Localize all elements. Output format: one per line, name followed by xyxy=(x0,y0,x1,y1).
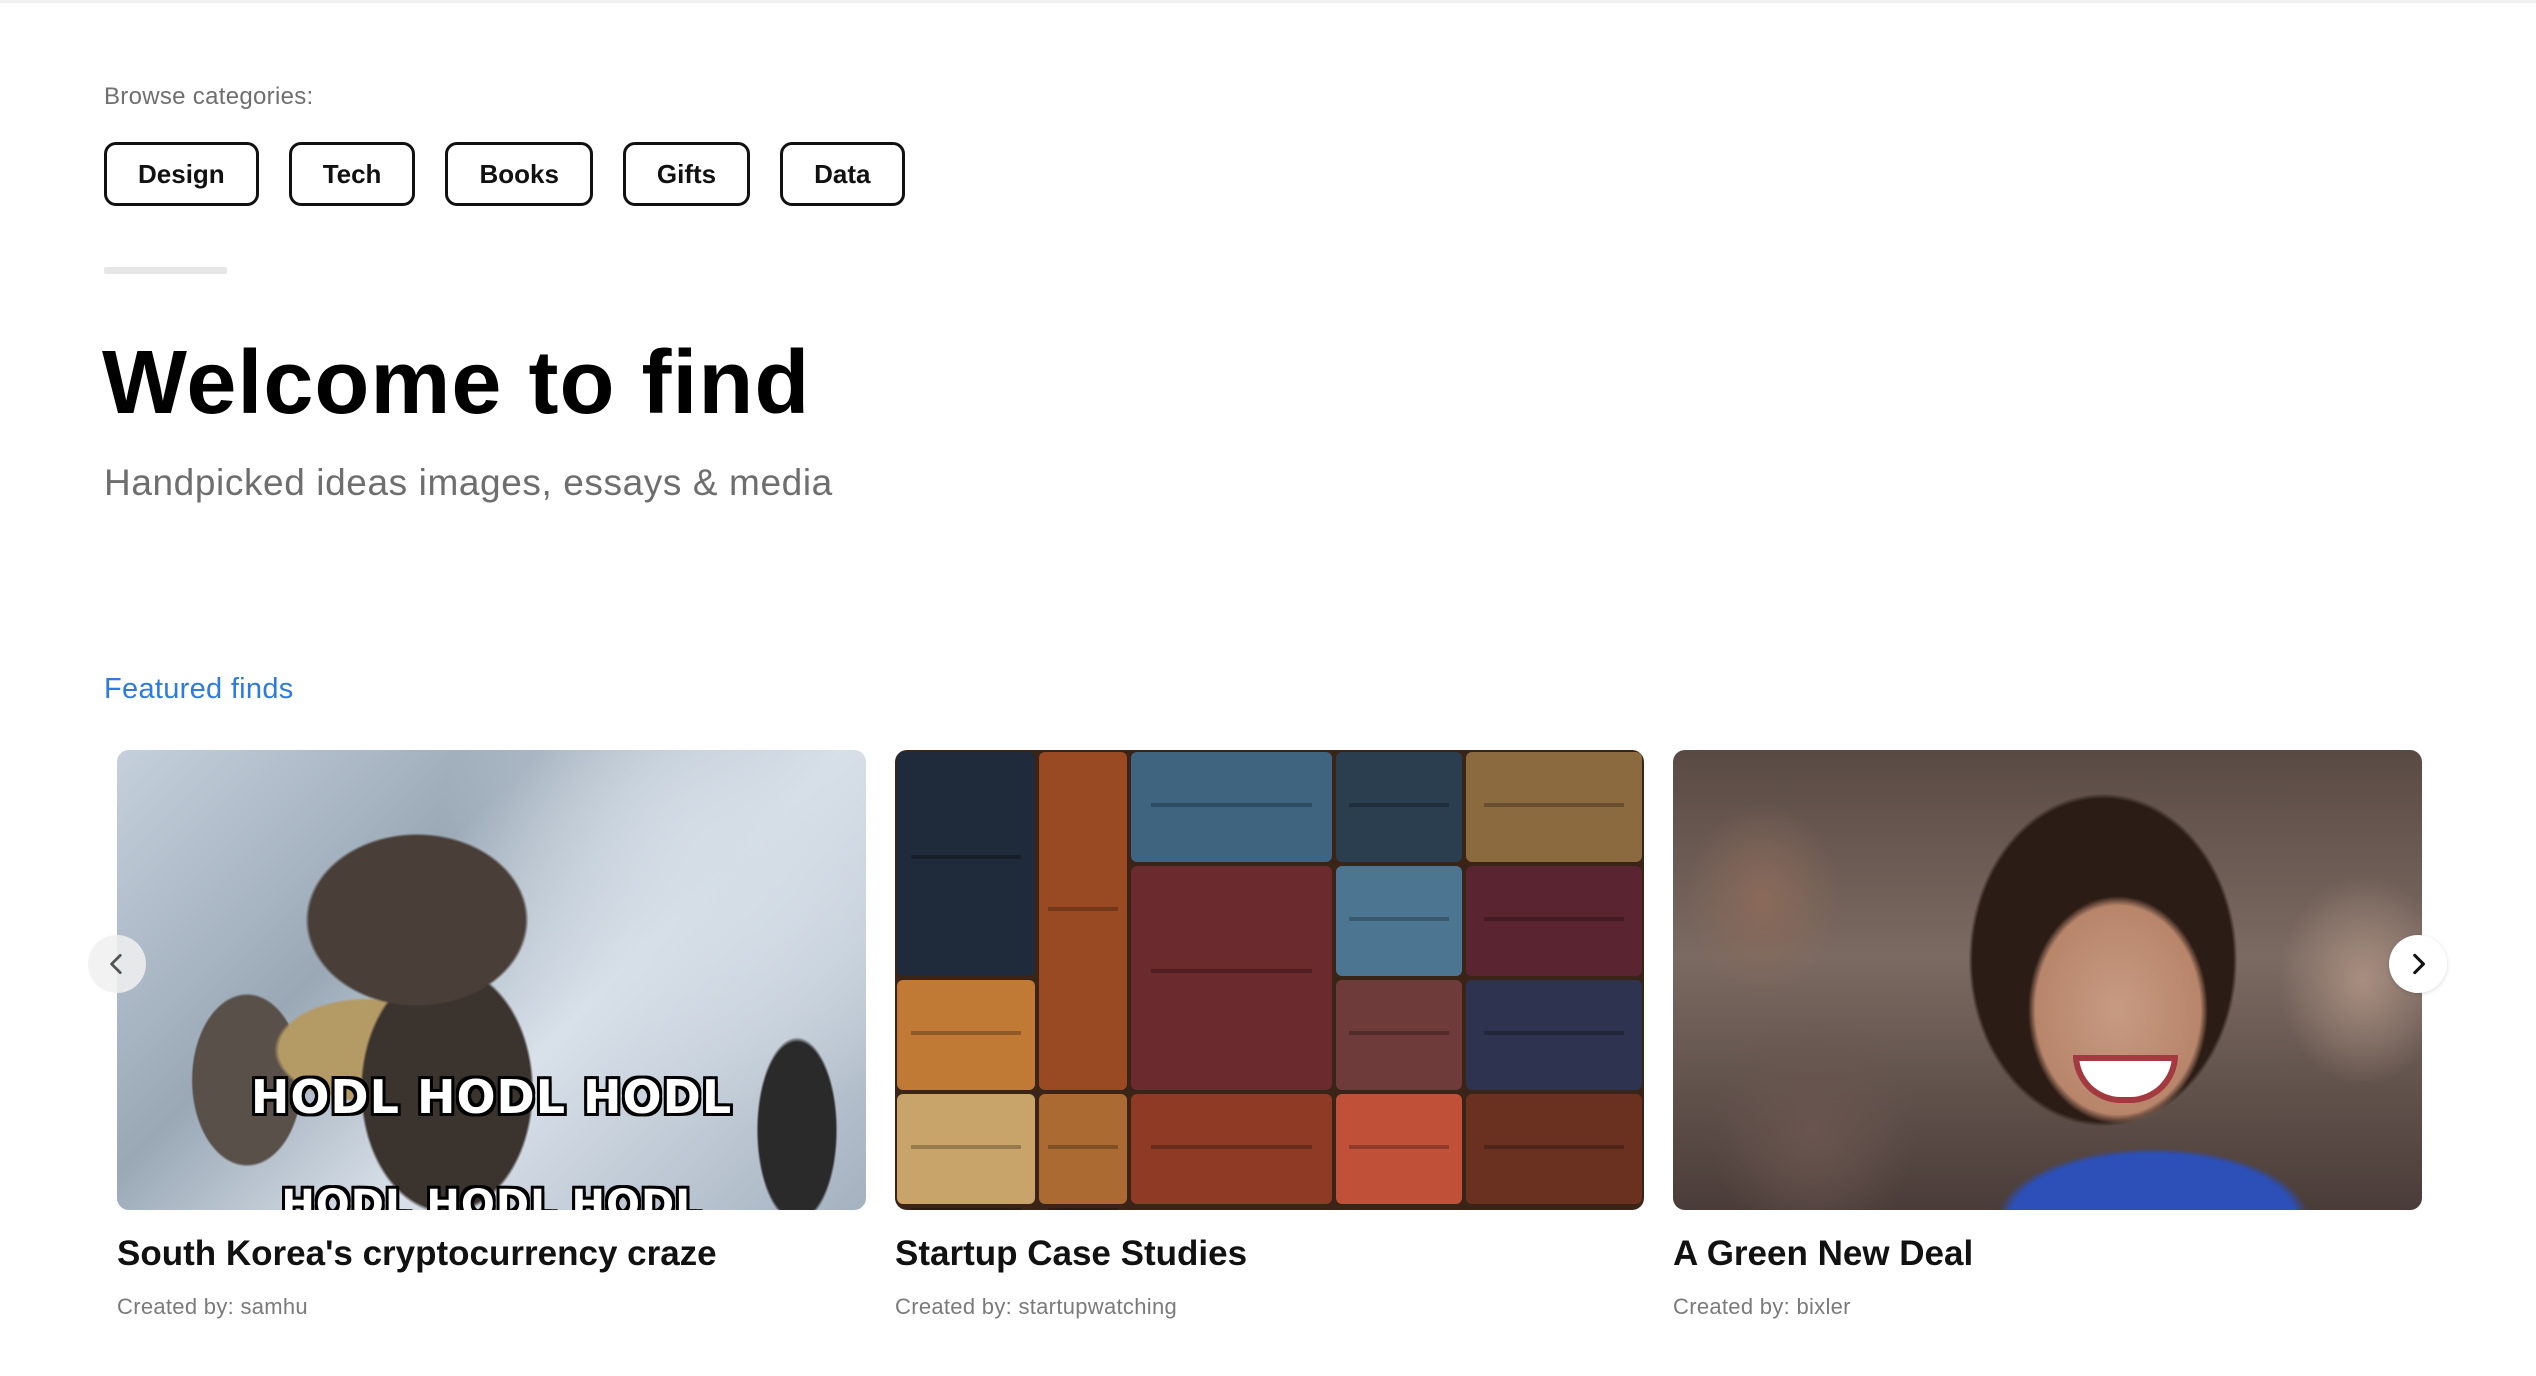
card-title[interactable]: South Korea's cryptocurrency craze xyxy=(117,1234,866,1274)
suitcase-shape xyxy=(897,752,1036,976)
suitcase-shape xyxy=(1466,752,1642,862)
meme-caption: HODL HODL HODL xyxy=(250,1070,733,1124)
card-creator: Created by: startupwatching xyxy=(895,1294,1178,1319)
suitcase-shape xyxy=(897,980,1036,1090)
suitcase-shape xyxy=(897,1094,1036,1204)
page-subtitle: Handpicked ideas images, essays & media xyxy=(104,462,833,503)
suitcase-shape xyxy=(1336,752,1463,862)
carousel-prev-button[interactable] xyxy=(88,935,146,993)
suitcase-shape xyxy=(1131,1094,1333,1204)
card-image-portrait[interactable] xyxy=(1673,750,2422,1210)
suitcase-shape xyxy=(1131,752,1333,862)
chevron-left-icon xyxy=(110,953,122,975)
suitcase-shape xyxy=(1466,1094,1642,1204)
featured-finds-heading: Featured finds xyxy=(104,673,294,705)
category-design-button[interactable]: Design xyxy=(104,142,259,206)
card-title[interactable]: A Green New Deal xyxy=(1673,1234,2422,1274)
smile-shape xyxy=(2073,1055,2178,1103)
suitcase-shape xyxy=(1131,866,1333,1090)
chevron-right-icon xyxy=(2413,953,2425,975)
suitcase-shape xyxy=(1466,980,1642,1090)
category-data-button[interactable]: Data xyxy=(780,142,905,206)
card-creator: Created by: bixler xyxy=(1673,1294,1851,1319)
featured-card-startup[interactable]: Startup Case Studies Created by: startup… xyxy=(895,750,1644,1320)
featured-card-green-new-deal[interactable]: A Green New Deal Created by: bixler xyxy=(1673,750,2422,1320)
browse-categories-label: Browse categories: xyxy=(104,83,314,110)
suitcase-shape xyxy=(1336,866,1463,976)
page: Browse categories: Design Tech Books Gif… xyxy=(0,0,2536,1376)
category-chips: Design Tech Books Gifts Data xyxy=(104,142,905,206)
card-image-suitcases[interactable] xyxy=(895,750,1644,1210)
category-gifts-button[interactable]: Gifts xyxy=(622,142,751,206)
suitcase-shape xyxy=(1039,1094,1128,1204)
suitcase-shape xyxy=(1466,866,1642,976)
category-tech-button[interactable]: Tech xyxy=(288,142,416,206)
suitcase-shape xyxy=(1039,752,1128,1090)
section-divider xyxy=(104,267,227,274)
card-image-bear[interactable]: HODL HODL HODL HODL HODL HODL xyxy=(117,750,866,1210)
suitcase-shape xyxy=(1336,1094,1463,1204)
carousel-next-button[interactable] xyxy=(2389,935,2447,993)
featured-carousel: HODL HODL HODL HODL HODL HODL South Kore… xyxy=(117,750,2423,1340)
category-books-button[interactable]: Books xyxy=(445,142,593,206)
page-title: Welcome to find xyxy=(102,333,811,433)
meme-caption-cropped: HODL HODL HODL xyxy=(281,1182,702,1210)
suitcase-shape xyxy=(1336,980,1463,1090)
card-creator: Created by: samhu xyxy=(117,1294,308,1319)
card-title[interactable]: Startup Case Studies xyxy=(895,1234,1644,1274)
featured-card-crypto[interactable]: HODL HODL HODL HODL HODL HODL South Kore… xyxy=(117,750,866,1320)
